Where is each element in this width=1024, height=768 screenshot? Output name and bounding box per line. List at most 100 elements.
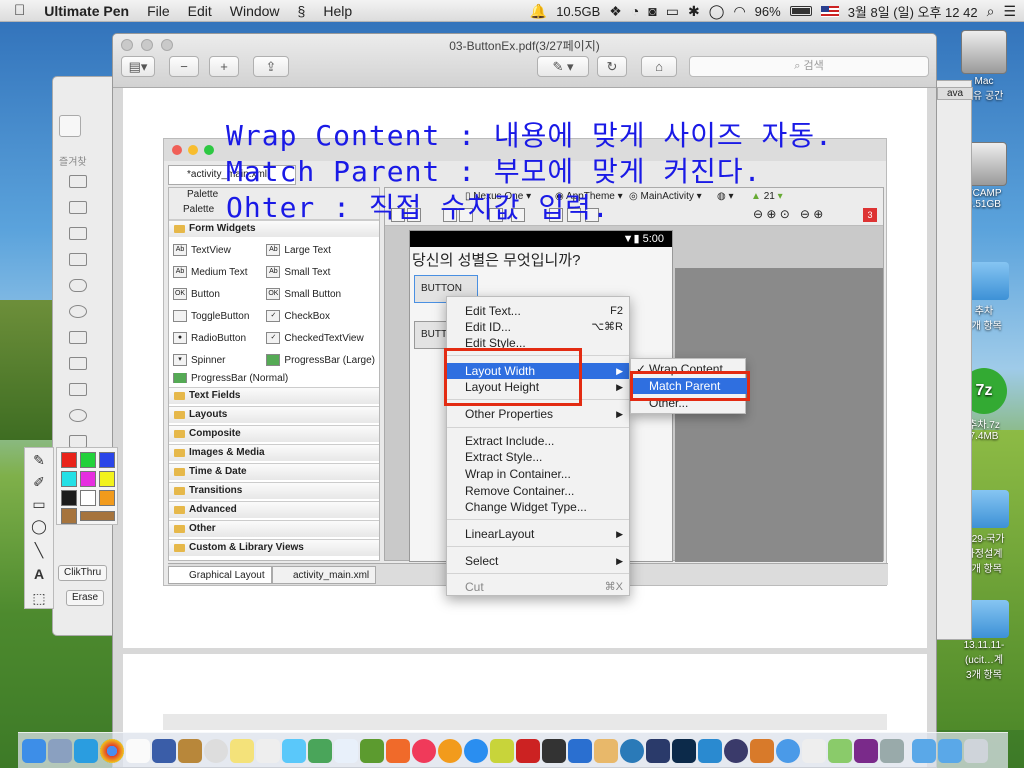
documents-stack-dock-icon[interactable] — [938, 738, 962, 763]
back-button[interactable] — [59, 115, 81, 137]
color-swatch-red[interactable] — [61, 452, 77, 468]
preview-dock-icon[interactable] — [334, 738, 358, 763]
sidebar-folder-icon[interactable] — [69, 253, 87, 266]
checkmark-dock-icon[interactable] — [776, 738, 800, 763]
sidebar-folder-icon[interactable] — [69, 201, 87, 214]
color-swatch-magenta[interactable] — [80, 471, 96, 487]
keynote-dock-icon[interactable] — [386, 738, 410, 763]
reminders-dock-icon[interactable] — [256, 738, 280, 763]
menu-item-wrap-in-container[interactable]: Wrap in Container... — [447, 466, 629, 482]
pencil-tool-icon[interactable]: ✎ — [28, 450, 50, 470]
itunes-dock-icon[interactable] — [412, 738, 436, 763]
color-swatch-white[interactable] — [80, 490, 96, 506]
color-swatch-black[interactable] — [61, 490, 77, 506]
color-swatch-yellow[interactable] — [99, 471, 115, 487]
menu-item-edit-text[interactable]: Edit Text... F2 — [447, 303, 629, 319]
text-tool-icon[interactable]: A — [28, 564, 50, 584]
chrome-dock-icon[interactable] — [100, 738, 124, 763]
wifi-icon[interactable]: ◠ — [733, 3, 745, 20]
menu-edit[interactable]: Edit — [179, 3, 221, 19]
menu-file[interactable]: File — [138, 3, 179, 19]
sidebar-applications-icon[interactable] — [69, 331, 87, 344]
share-icon[interactable]: ⇪ — [253, 56, 289, 77]
markup-pen-icon[interactable]: ✎ ▾ — [537, 56, 589, 77]
spotlight-search-icon[interactable]: ⌕ — [987, 3, 995, 20]
downloads-stack-dock-icon[interactable] — [912, 738, 936, 763]
camera-icon[interactable]: ◙ — [648, 3, 656, 19]
stroke-width-swatch[interactable] — [80, 511, 115, 521]
battery-percent[interactable]: 96% — [755, 4, 781, 19]
color-swatch-blue[interactable] — [99, 452, 115, 468]
sidebar-downloads-icon[interactable] — [69, 409, 87, 422]
app-store-dock-icon[interactable] — [464, 738, 488, 763]
sidebar-cloud-icon[interactable] — [69, 279, 87, 292]
sidebar-airdrop-icon[interactable] — [69, 305, 87, 318]
cyberduck-dock-icon[interactable] — [490, 738, 514, 763]
clock[interactable]: 3월 8일 (일) 오후 12 42 — [848, 2, 978, 21]
sidebar-folder-icon[interactable] — [69, 227, 87, 240]
brush-tool-icon[interactable]: ✐ — [28, 472, 50, 492]
clickthru-button[interactable]: ClikThru — [58, 565, 108, 581]
menu-help[interactable]: Help — [314, 3, 361, 19]
safari-dock-icon[interactable] — [74, 738, 98, 763]
ultimate-pen-dock-icon[interactable] — [854, 738, 878, 763]
bluetooth-icon[interactable]: ✱ — [688, 3, 700, 20]
menu-item-remove-container[interactable]: Remove Container... — [447, 483, 629, 499]
folder-dock-icon[interactable] — [568, 738, 592, 763]
menu-item-change-widget-type[interactable]: Change Widget Type... — [447, 499, 629, 515]
dropbox-icon[interactable]: ❖ — [609, 3, 622, 20]
script-icon[interactable]: § — [289, 3, 315, 19]
sequel-dock-icon[interactable] — [620, 738, 644, 763]
virtualbox-dock-icon[interactable] — [750, 738, 774, 763]
chat-icon[interactable]: ◯ — [709, 3, 725, 20]
menu-item-cut[interactable]: Cut ⌘X — [447, 579, 629, 595]
menu-item-extract-style[interactable]: Extract Style... — [447, 449, 629, 465]
color-swatch-green[interactable] — [80, 452, 96, 468]
rotate-icon[interactable]: ↻ — [597, 56, 627, 77]
menu-item-linearlayout[interactable]: LinearLayout ▶ — [447, 526, 629, 542]
finder-dock-icon[interactable] — [22, 738, 46, 763]
ellipse-tool-icon[interactable]: ◯ — [28, 516, 50, 536]
photoshop-dock-icon[interactable] — [672, 738, 696, 763]
photos-dock-icon[interactable] — [308, 738, 332, 763]
script-editor-dock-icon[interactable] — [828, 738, 852, 763]
color-swatch-orange[interactable] — [99, 490, 115, 506]
calendar-dock-icon[interactable] — [126, 738, 150, 763]
clock-dock-icon[interactable] — [204, 738, 228, 763]
terminal-dock-icon[interactable] — [542, 738, 566, 763]
notes-dock-icon[interactable] — [230, 738, 254, 763]
notification-center-icon[interactable]: ☰ — [1003, 3, 1016, 20]
time-machine-icon[interactable]: ◔ — [631, 3, 639, 19]
right-background-window[interactable]: ava — [936, 80, 973, 640]
color-swatch-cyan[interactable] — [61, 471, 77, 487]
ibooks-dock-icon[interactable] — [438, 738, 462, 763]
menu-item-edit-id[interactable]: Edit ID... ⌥⌘R — [447, 319, 629, 335]
erase-button[interactable]: Erase — [66, 590, 105, 606]
sidebar-folder-icon[interactable] — [69, 175, 87, 188]
menu-window[interactable]: Window — [221, 3, 289, 19]
menu-item-select[interactable]: Select ▶ — [447, 553, 629, 569]
us-flag-icon[interactable] — [820, 5, 839, 17]
color-swatch-brown[interactable] — [61, 508, 77, 524]
eclipse-dock-icon[interactable] — [646, 738, 670, 763]
launchpad-dock-icon[interactable] — [48, 738, 72, 763]
ultimate-pen-palette[interactable]: ✎ ✐ ▭ ◯ ╲ A ⬚ ClikThru Erase — [24, 437, 126, 613]
textedit-dock-icon[interactable] — [802, 738, 826, 763]
numbers-dock-icon[interactable] — [360, 738, 384, 763]
battery-icon[interactable] — [789, 6, 812, 16]
menu-app-name[interactable]: Ultimate Pen — [35, 3, 138, 19]
notification-bell-icon[interactable]: 🔔 — [530, 3, 547, 20]
apple-icon[interactable]:  — [0, 2, 35, 19]
zoom-out-icon[interactable]: − — [169, 56, 199, 77]
menu-item-other-properties[interactable]: Other Properties ▶ — [447, 406, 629, 422]
toolbox-icon[interactable]: ⌂ — [641, 56, 677, 77]
airplay-icon[interactable]: ▭ — [666, 3, 679, 20]
memory-readout[interactable]: 10.5GB — [556, 4, 600, 19]
sidebar-toggle-icon[interactable]: ▤▾ — [121, 56, 155, 77]
sidebar-desktop-icon[interactable] — [69, 357, 87, 370]
rectangle-tool-icon[interactable]: ▭ — [28, 494, 50, 514]
sidebar-documents-icon[interactable] — [69, 383, 87, 396]
trash-dock-icon[interactable] — [964, 738, 988, 763]
context-menu[interactable]: Edit Text... F2 Edit ID... ⌥⌘R Edit Style.… — [446, 296, 630, 596]
zoom-in-icon[interactable]: + — [209, 56, 239, 77]
